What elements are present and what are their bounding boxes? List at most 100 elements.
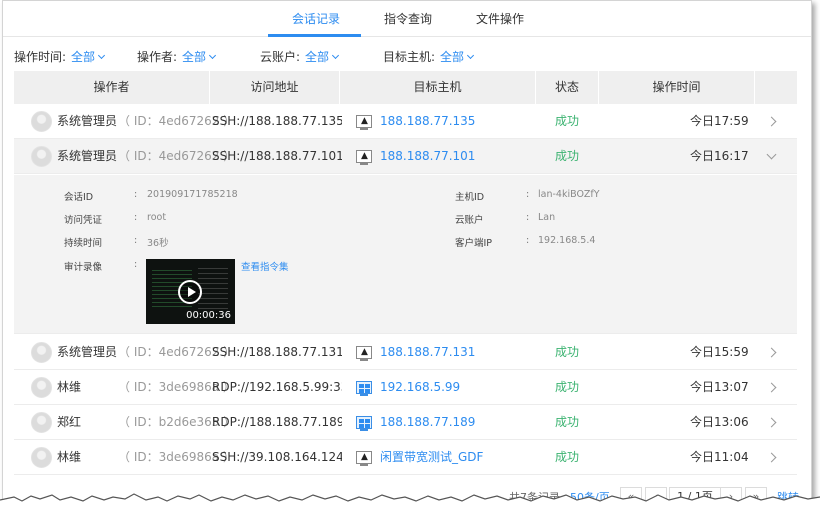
session-detail-panel: 会话ID : 201909171785218 访问凭证 : root 持续时间 … (14, 175, 797, 334)
avatar (31, 342, 52, 363)
tab-file-operations[interactable]: 文件操作 (476, 10, 524, 27)
chevron-right-icon[interactable] (766, 382, 777, 393)
tab-command-query[interactable]: 指令查询 (384, 10, 432, 27)
table-row[interactable]: 林维 （ ID：3de6986a ） RDP://192.168.5.99:33… (14, 370, 797, 405)
filter-operator-select[interactable]: 全部 (182, 50, 217, 64)
table-row[interactable]: 林维 （ ID：3de6986a ） SSH://39.108.164.124:… (14, 440, 797, 475)
audit-panel: 会话记录 指令查询 文件操作 操作时间: 全部 操作者: 全部 云账户: 全部 目标主… (2, 0, 812, 511)
tab-bar: 会话记录 指令查询 文件操作 (3, 1, 811, 37)
avatar (31, 412, 52, 433)
target-host-link[interactable]: 188.188.77.131 (380, 335, 475, 370)
operation-time: 今日17:59 (690, 114, 749, 128)
chevron-right-icon[interactable] (766, 417, 777, 428)
chevron-down-icon (209, 51, 217, 60)
filter-label: 目标主机: (383, 50, 436, 64)
detail-label: 访问凭证 (64, 215, 103, 226)
operator-name: 系统管理员 (57, 114, 118, 128)
target-host-link[interactable]: 188.188.77.101 (380, 139, 475, 174)
operator-name: 系统管理员 (57, 345, 118, 359)
detail-label: 持续时间 (64, 238, 103, 249)
filter-operator: 操作者: 全部 (137, 48, 217, 65)
filter-label: 操作者: (137, 50, 178, 64)
access-address: SSH://188.188.77.135:22 (212, 114, 342, 128)
chevron-right-icon[interactable] (766, 452, 777, 463)
target-host-link[interactable]: 闲置带宽测试_GDF (380, 440, 483, 475)
linux-host-icon: ▲ (356, 150, 372, 163)
column-header-operation-time: 操作时间 (599, 71, 755, 104)
filter-target-host: 目标主机: 全部 (383, 48, 475, 65)
avatar (31, 146, 52, 167)
detail-label: 审计录像 (64, 262, 103, 273)
access-address: RDP://192.168.5.99:3389 (212, 380, 342, 394)
status-text: 成功 (555, 114, 580, 128)
filter-cloud-account: 云账户: 全部 (260, 48, 340, 65)
chevron-down-icon (332, 51, 340, 60)
chevron-right-icon[interactable] (766, 116, 777, 127)
access-address: SSH://188.188.77.101:22 (212, 149, 342, 163)
target-host-link[interactable]: 188.188.77.135 (380, 104, 475, 139)
column-header-target-host: 目标主机 (340, 71, 536, 104)
operation-time: 今日13:07 (690, 380, 749, 394)
operation-time: 今日13:06 (690, 415, 749, 429)
tab-session-records[interactable]: 会话记录 (292, 10, 340, 27)
chevron-down-icon[interactable] (766, 149, 777, 160)
avatar (31, 447, 52, 468)
column-header-access-address: 访问地址 (210, 71, 340, 104)
operator-name: 郑红 (57, 415, 82, 429)
status-text: 成功 (555, 345, 580, 359)
linux-host-icon: ▲ (356, 115, 372, 128)
avatar (31, 377, 52, 398)
linux-host-icon: ▲ (356, 451, 372, 464)
operator-name: 林维 (57, 450, 82, 464)
filter-operation-time: 操作时间: 全部 (14, 48, 106, 65)
target-host-link[interactable]: 192.168.5.99 (380, 370, 460, 405)
status-text: 成功 (555, 380, 580, 394)
detail-label: 会话ID (64, 192, 94, 203)
table-row-expanded[interactable]: 系统管理员 （ ID：4ed67262 ） SSH://188.188.77.1… (14, 139, 797, 174)
detail-label: 客户端IP (455, 238, 493, 249)
filter-target-host-select[interactable]: 全部 (440, 50, 475, 64)
active-tab-indicator (268, 34, 361, 37)
detail-label: 主机ID (455, 192, 485, 203)
operation-time: 今日16:17 (690, 149, 749, 163)
view-command-set-link[interactable]: 查看指令集 (241, 259, 289, 273)
status-text: 成功 (555, 149, 580, 163)
table-row[interactable]: 系统管理员 （ ID：4ed67262 ） SSH://188.188.77.1… (14, 104, 797, 139)
table-header: 操作者 访问地址 目标主机 状态 操作时间 (14, 71, 797, 104)
status-text: 成功 (555, 450, 580, 464)
operator-name: 系统管理员 (57, 149, 118, 163)
detail-label: 云账户 (455, 215, 484, 226)
access-address: SSH://39.108.164.124:22 (212, 450, 342, 464)
torn-edge-decoration (0, 493, 820, 517)
column-header-operator: 操作者 (14, 71, 210, 104)
duration-value: 36秒 (147, 238, 169, 249)
filter-cloud-account-select[interactable]: 全部 (305, 50, 340, 64)
access-address: SSH://188.188.77.131:22 (212, 345, 342, 359)
filter-bar: 操作时间: 全部 操作者: 全部 云账户: 全部 目标主机: 全部 (3, 48, 811, 64)
host-id-value: lan-4kiBOZfY (538, 189, 600, 200)
table-row[interactable]: 郑红 （ ID：b2d6e365 ） RDP://188.188.77.189:… (14, 405, 797, 440)
credential-value: root (147, 212, 167, 223)
chevron-right-icon[interactable] (766, 347, 777, 358)
filter-operation-time-select[interactable]: 全部 (71, 50, 106, 64)
filter-label: 云账户: (260, 50, 301, 64)
linux-host-icon: ▲ (356, 346, 372, 359)
client-ip-value: 192.168.5.4 (538, 235, 596, 246)
windows-host-icon (356, 416, 372, 429)
chevron-down-icon (98, 51, 106, 60)
chevron-down-icon (467, 51, 475, 60)
session-id-value: 201909171785218 (147, 189, 238, 200)
play-icon[interactable] (178, 280, 202, 304)
video-duration: 00:00:36 (186, 310, 231, 321)
table-row[interactable]: 系统管理员 （ ID：4ed67262 ） SSH://188.188.77.1… (14, 335, 797, 370)
operation-time: 今日15:59 (690, 345, 749, 359)
status-text: 成功 (555, 415, 580, 429)
avatar (31, 111, 52, 132)
audit-video-thumbnail[interactable]: 00:00:36 (146, 259, 235, 324)
filter-label: 操作时间: (14, 50, 67, 64)
column-header-status: 状态 (536, 71, 599, 104)
operation-time: 今日11:04 (690, 450, 749, 464)
target-host-link[interactable]: 188.188.77.189 (380, 405, 475, 440)
access-address: RDP://188.188.77.189:3... (212, 415, 342, 429)
windows-host-icon (356, 381, 372, 394)
